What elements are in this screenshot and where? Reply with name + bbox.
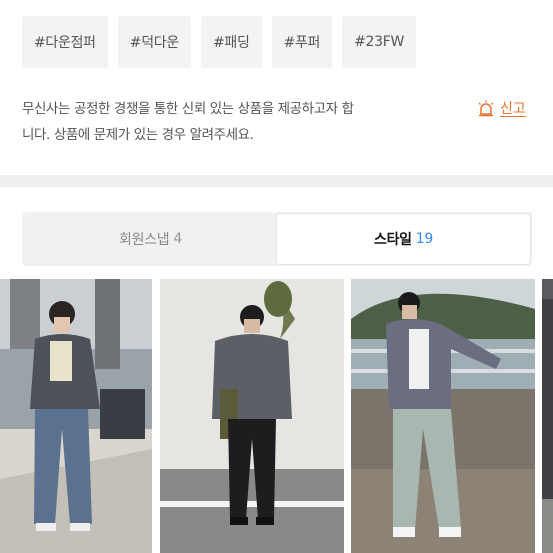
- tab-style[interactable]: 스타일 19: [277, 214, 530, 264]
- hashtag-chip[interactable]: #덕다운: [117, 16, 191, 68]
- style-photo[interactable]: [542, 279, 553, 553]
- snap-tabs: 회원스냅 4 스타일 19: [22, 212, 532, 266]
- hashtag-chip[interactable]: #다운점퍼: [22, 16, 108, 68]
- style-photo[interactable]: [0, 279, 152, 553]
- style-photo-grid: [0, 279, 553, 553]
- tab-label: 회원스냅: [119, 232, 170, 248]
- section-divider: [0, 175, 553, 187]
- notice-line-1: 무신사는 공정한 경쟁을 통한 신뢰 있는 상품을 제공하고자 합: [22, 101, 354, 117]
- siren-icon: [476, 99, 496, 119]
- style-photo[interactable]: [351, 279, 535, 553]
- report-label: 신고: [500, 101, 526, 117]
- notice-line-2: 니다. 상품에 문제가 있는 경우 알려주세요.: [22, 127, 254, 143]
- hashtag-chip[interactable]: #푸퍼: [271, 16, 333, 68]
- tab-count: 4: [173, 231, 182, 247]
- tab-member-snap[interactable]: 회원스냅 4: [24, 214, 277, 264]
- tab-count: 19: [415, 231, 434, 247]
- tab-label: 스타일: [374, 232, 412, 248]
- hashtag-chip[interactable]: #패딩: [200, 16, 262, 68]
- style-photo[interactable]: [160, 279, 344, 553]
- trust-notice: 무신사는 공정한 경쟁을 통한 신뢰 있는 상품을 제공하고자 합 니다. 상품…: [22, 96, 462, 148]
- report-button[interactable]: 신고: [476, 96, 526, 122]
- hashtag-chip[interactable]: #23FW: [342, 16, 417, 68]
- hashtag-list: #다운점퍼 #덕다운 #패딩 #푸퍼 #23FW: [22, 16, 417, 68]
